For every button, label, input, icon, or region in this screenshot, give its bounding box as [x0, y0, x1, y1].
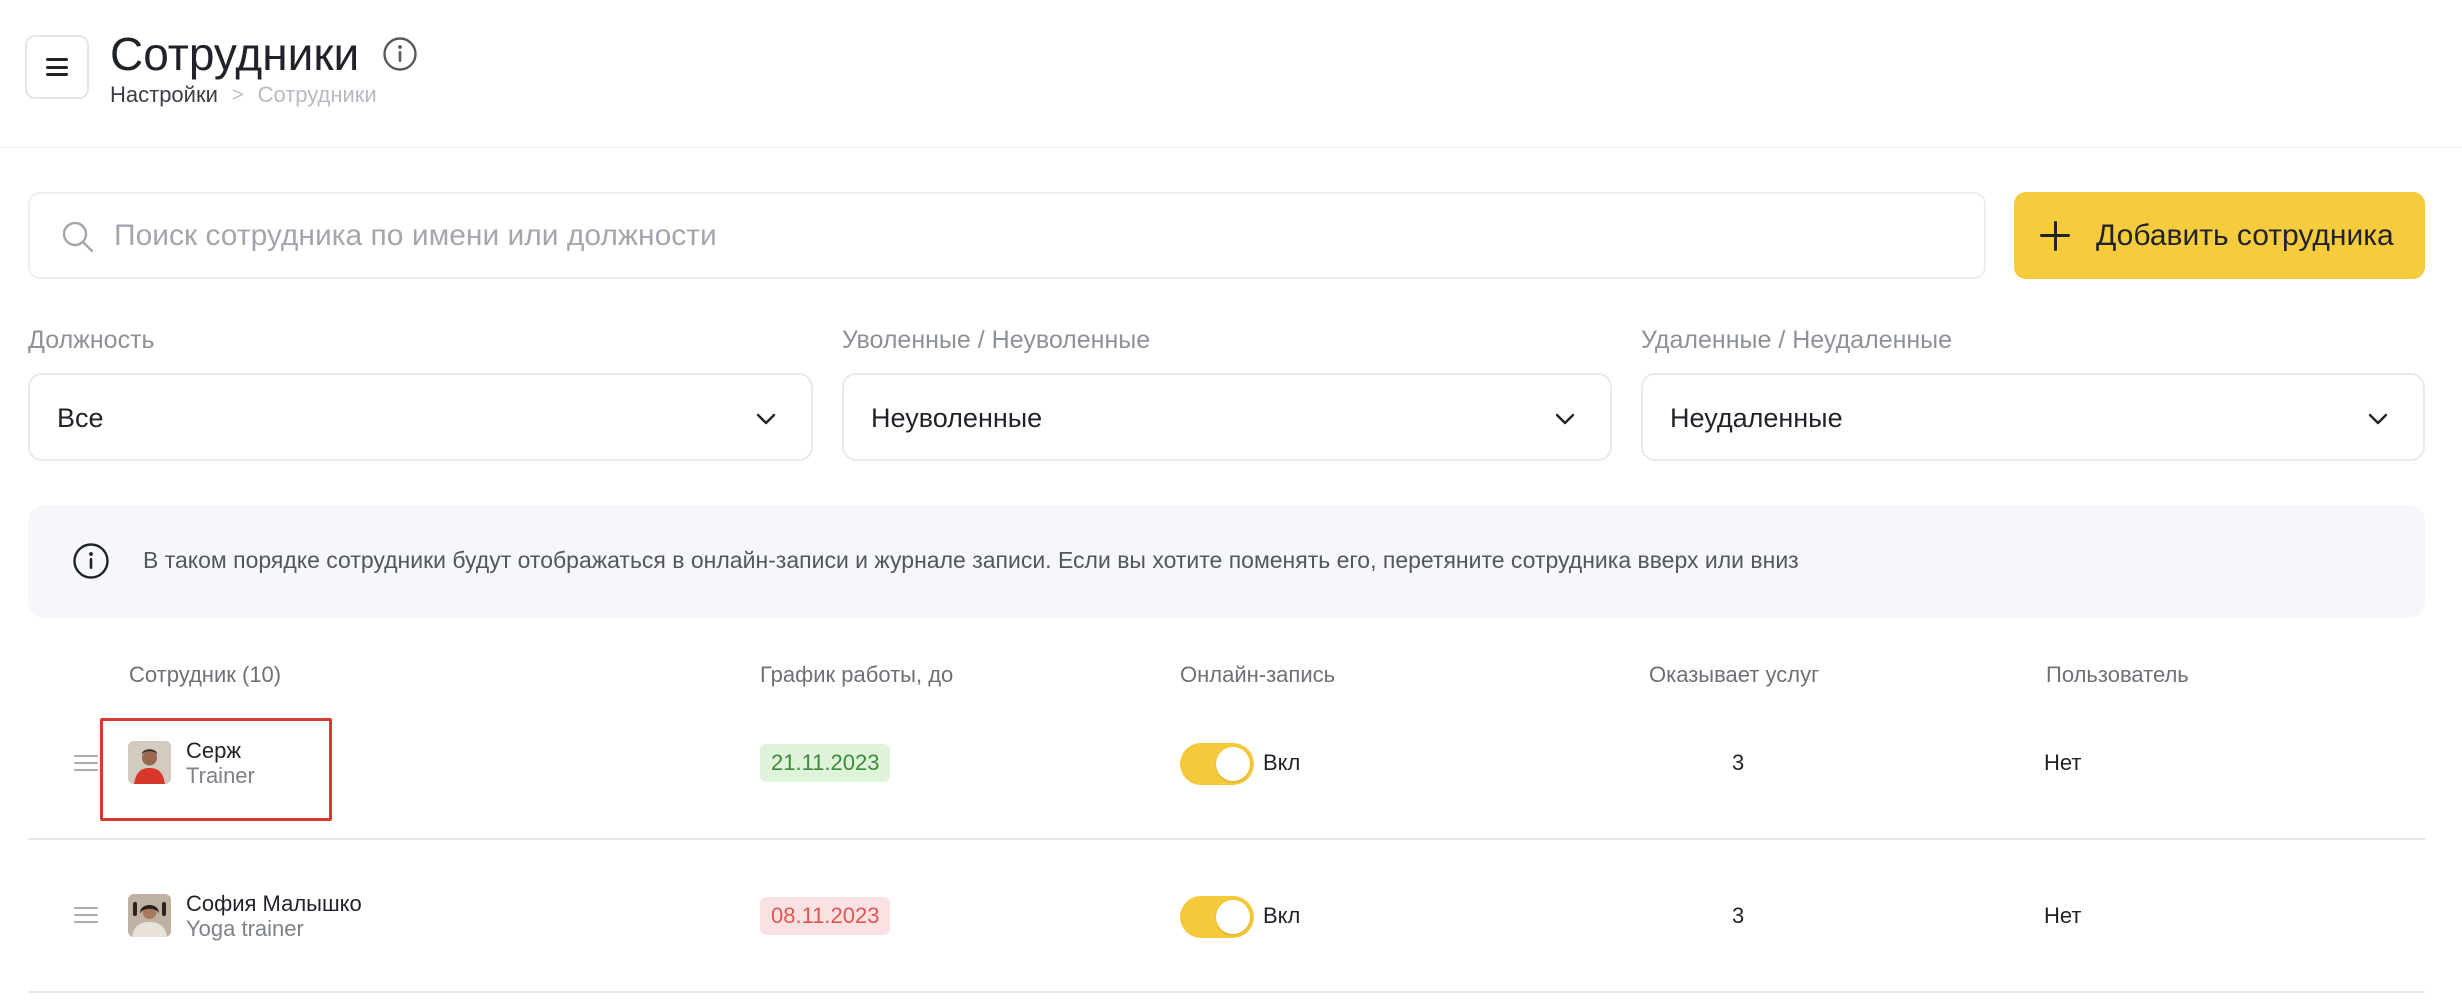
dismissed-select-value: Неуволенные [871, 403, 1043, 433]
employee-role: Yoga trainer [186, 916, 304, 941]
chevron-down-icon [1555, 413, 1575, 425]
user-status: Нет [2044, 903, 2082, 928]
breadcrumb-item-current: Сотрудники [257, 82, 377, 107]
filter-label-position: Должность [28, 326, 155, 354]
info-banner-text: В таком порядке сотрудники будут отображ… [143, 547, 1799, 573]
table-row[interactable]: София Малышко Yoga trainer 08.11.2023 Вк… [28, 841, 2425, 993]
breadcrumb: Настройки > Сотрудники [110, 82, 377, 108]
user-status: Нет [2044, 750, 2082, 775]
page-header: Сотрудники Настройки > Сотрудники [0, 0, 2462, 148]
drag-handle-icon[interactable] [74, 755, 98, 771]
deleted-select-value: Неудаленные [1670, 403, 1843, 433]
chevron-down-icon [756, 413, 776, 425]
breadcrumb-item-settings[interactable]: Настройки [110, 82, 218, 108]
avatar [128, 894, 171, 937]
hamburger-icon [46, 58, 68, 76]
info-banner: В таком порядке сотрудники будут отображ… [28, 505, 2425, 618]
online-booking-toggle[interactable] [1180, 743, 1254, 785]
add-employee-label: Добавить сотрудника [2096, 218, 2394, 252]
breadcrumb-separator-icon: > [231, 84, 244, 106]
column-header-user[interactable]: Пользователь [2046, 662, 2189, 688]
search-icon [62, 221, 94, 253]
position-select-value: Все [57, 403, 104, 433]
plus-icon [2038, 219, 2072, 253]
menu-button[interactable] [25, 35, 89, 99]
employee-name[interactable]: Серж [186, 738, 241, 764]
info-icon[interactable] [382, 36, 418, 72]
employee-role: Trainer [186, 763, 255, 788]
schedule-date-badge: 08.11.2023 [760, 897, 891, 935]
page-title: Сотрудники [110, 28, 360, 80]
filter-label-dismissed: Уволенные / Неуволенные [842, 326, 1151, 354]
column-header-online-booking[interactable]: Онлайн-запись [1180, 662, 1335, 688]
schedule-date-badge: 21.11.2023 [760, 744, 891, 782]
filter-label-deleted: Удаленные / Неудаленные [1641, 326, 1953, 354]
avatar [128, 741, 171, 784]
column-header-employee[interactable]: Сотрудник (10) [129, 662, 281, 688]
dismissed-select[interactable]: Неуволенные [842, 373, 1612, 461]
chevron-down-icon [2368, 413, 2388, 425]
online-booking-toggle[interactable] [1180, 896, 1254, 938]
drag-handle-icon[interactable] [74, 907, 98, 923]
search-box[interactable] [28, 192, 1986, 279]
column-header-services[interactable]: Оказывает услуг [1649, 662, 1819, 688]
position-select[interactable]: Все [28, 373, 813, 461]
online-booking-label: Вкл [1263, 750, 1301, 775]
add-employee-button[interactable]: Добавить сотрудника [2014, 192, 2425, 279]
online-booking-label: Вкл [1263, 903, 1301, 928]
services-count: 3 [1732, 750, 1745, 775]
column-header-schedule[interactable]: График работы, до [760, 662, 953, 688]
search-input[interactable] [114, 212, 1954, 260]
table-row[interactable]: Серж Trainer 21.11.2023 Вкл 3 Нет [28, 688, 2425, 840]
deleted-select[interactable]: Неудаленные [1641, 373, 2425, 461]
services-count: 3 [1732, 903, 1745, 928]
info-icon [73, 543, 109, 579]
employee-name[interactable]: София Малышко [186, 891, 362, 917]
